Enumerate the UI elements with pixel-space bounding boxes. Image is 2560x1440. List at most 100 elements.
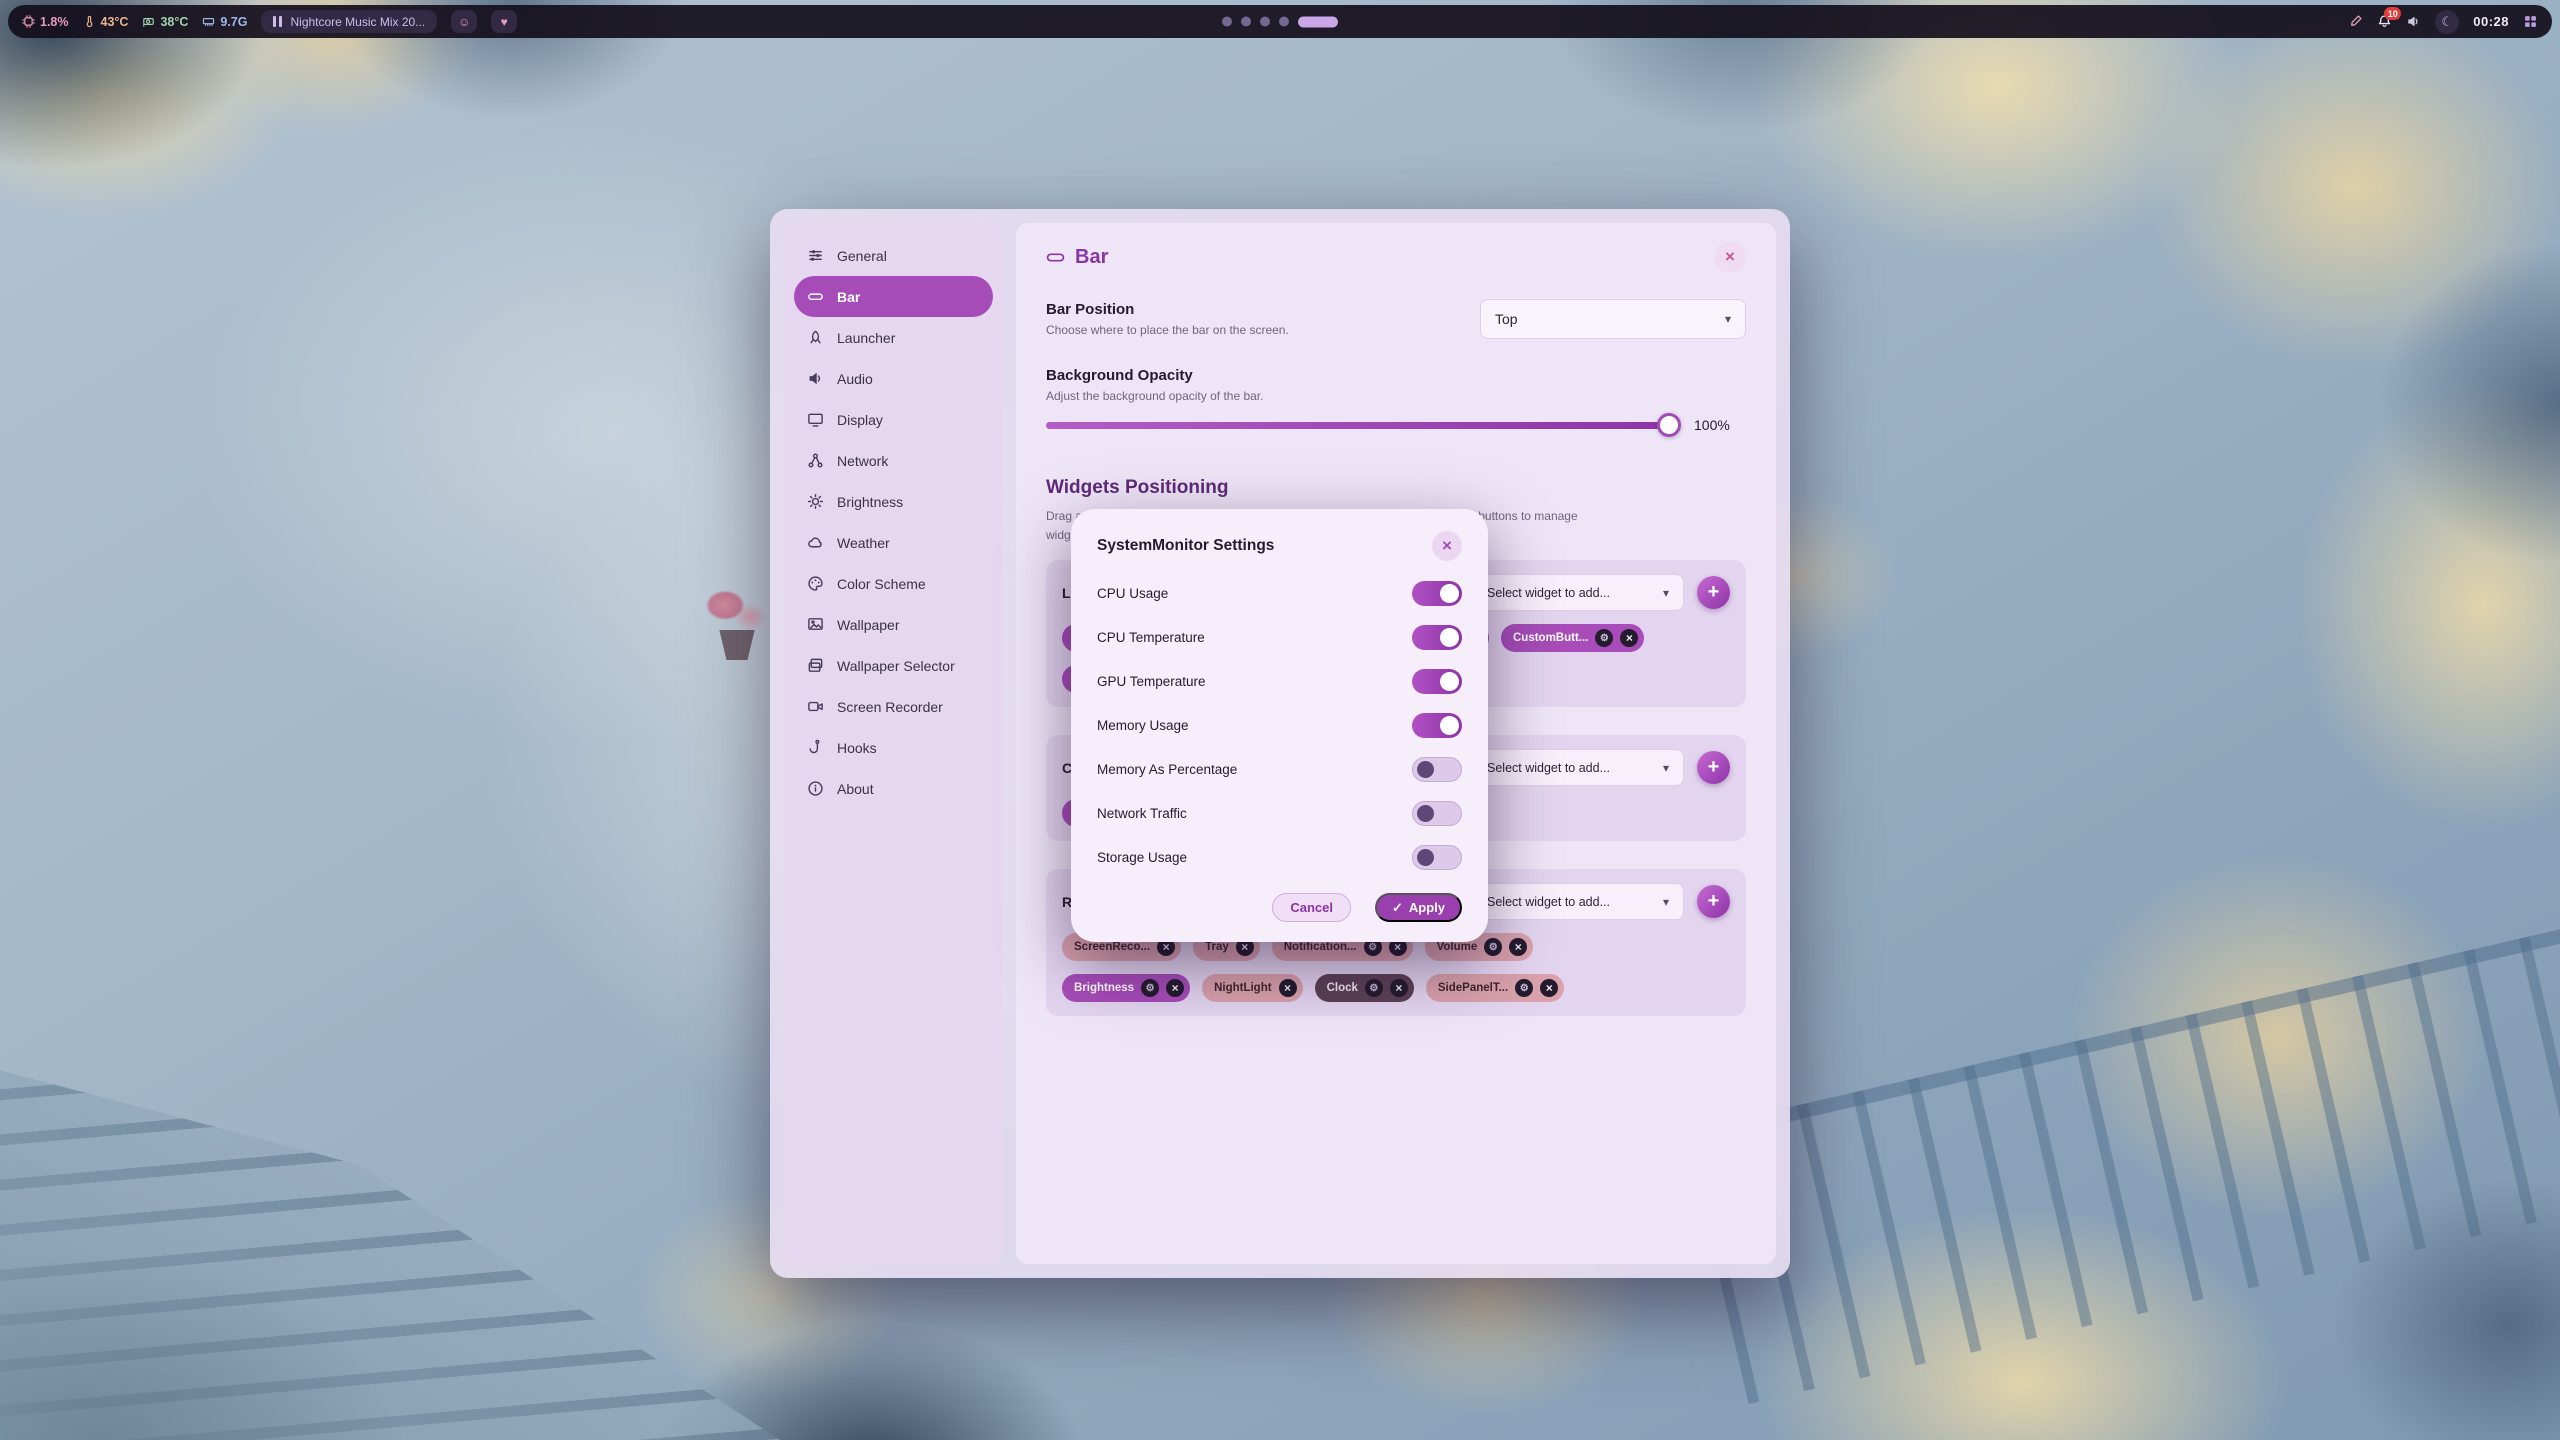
sidebar-item-about[interactable]: About: [794, 768, 993, 809]
bar-position-dropdown[interactable]: Top ▾: [1480, 299, 1746, 339]
chip-remove-button[interactable]: ×: [1509, 938, 1527, 956]
cpu-temperature-toggle[interactable]: [1412, 625, 1462, 650]
sidebar-item-label: Display: [837, 412, 883, 428]
sidebar-item-wallpaper[interactable]: Wallpaper: [794, 604, 993, 645]
sidebar-item-screen-recorder[interactable]: Screen Recorder: [794, 686, 993, 727]
toggle-label: CPU Usage: [1097, 586, 1168, 601]
left-add-widget-button[interactable]: +: [1697, 576, 1730, 609]
chip-settings-button[interactable]: ⚙: [1595, 629, 1613, 647]
left-add-widget-dropdown[interactable]: Select widget to add... ▾: [1472, 574, 1684, 611]
toggle-knob: [1440, 672, 1459, 691]
storage-usage-toggle[interactable]: [1412, 845, 1462, 870]
pause-icon: [273, 16, 282, 27]
color-picker-button[interactable]: [2348, 14, 2363, 29]
cpu-temp-stat[interactable]: 43°C: [83, 15, 129, 29]
chip-remove-button[interactable]: ×: [1166, 979, 1184, 997]
cloud-icon: [807, 534, 824, 551]
widget-chip-clock[interactable]: Clock ⚙ ×: [1315, 974, 1414, 1002]
chip-settings-button[interactable]: ⚙: [1141, 979, 1159, 997]
sidebar-item-color-scheme[interactable]: Color Scheme: [794, 563, 993, 604]
cancel-button[interactable]: Cancel: [1272, 893, 1351, 922]
sidebar-item-audio[interactable]: Audio: [794, 358, 993, 399]
sidebar-item-general[interactable]: General: [794, 235, 993, 276]
workspace-dot[interactable]: [1279, 17, 1289, 27]
workspace-active-pill[interactable]: [1298, 16, 1338, 27]
chip-settings-button[interactable]: ⚙: [1365, 979, 1383, 997]
sidebar-item-display[interactable]: Display: [794, 399, 993, 440]
opacity-slider[interactable]: [1046, 422, 1678, 429]
video-camera-icon: [807, 698, 824, 715]
chip-remove-button[interactable]: ×: [1620, 629, 1638, 647]
chip-label: ScreenReco...: [1074, 941, 1150, 953]
memory-as-percentage-toggle[interactable]: [1412, 757, 1462, 782]
smiley-button[interactable]: ☺: [451, 10, 477, 33]
bar-position-label: Bar Position: [1046, 301, 1289, 318]
ram-icon: [202, 15, 215, 28]
widget-chip-sidepanel[interactable]: SidePanelT... ⚙ ×: [1426, 974, 1564, 1002]
chip-settings-button[interactable]: ⚙: [1484, 938, 1502, 956]
gpu-temperature-toggle[interactable]: [1412, 669, 1462, 694]
heart-button[interactable]: ♥: [491, 10, 517, 33]
gear-icon: ⚙: [1369, 983, 1378, 994]
sidebar-item-label: Wallpaper: [837, 617, 900, 633]
image-icon: [807, 616, 824, 633]
sidebar-item-bar[interactable]: Bar: [794, 276, 993, 317]
background-opacity-description: Adjust the background opacity of the bar…: [1046, 389, 1746, 403]
volume-button[interactable]: [2406, 14, 2421, 29]
heart-icon: ♥: [501, 15, 508, 29]
close-icon: ×: [1395, 981, 1402, 995]
toggle-label: GPU Temperature: [1097, 674, 1206, 689]
toggle-knob: [1417, 761, 1434, 778]
chip-label: NightLight: [1214, 982, 1271, 994]
chevron-down-icon: ▾: [1663, 895, 1669, 909]
notifications-button[interactable]: 10: [2377, 14, 2392, 29]
right-add-widget-button[interactable]: +: [1697, 885, 1730, 918]
opacity-slider-thumb[interactable]: [1657, 413, 1681, 437]
chip-remove-button[interactable]: ×: [1390, 979, 1408, 997]
media-title: Nightcore Music Mix 20...: [290, 15, 425, 29]
memory-stat[interactable]: 9.7G: [202, 15, 247, 29]
chip-label: Brightness: [1074, 982, 1134, 994]
apply-button[interactable]: ✓Apply: [1375, 893, 1462, 922]
workspace-dot[interactable]: [1241, 17, 1251, 27]
widget-chip-brightness[interactable]: Brightness ⚙ ×: [1062, 974, 1190, 1002]
center-add-widget-button[interactable]: +: [1697, 751, 1730, 784]
toggle-row: Memory As Percentage: [1097, 747, 1462, 791]
sliders-icon: [807, 247, 824, 264]
cpu-usage-stat[interactable]: 1.8%: [22, 15, 69, 29]
memory-usage-toggle[interactable]: [1412, 713, 1462, 738]
network-traffic-toggle[interactable]: [1412, 801, 1462, 826]
background-opacity-labels: Background Opacity Adjust the background…: [1046, 367, 1746, 403]
media-player-widget[interactable]: Nightcore Music Mix 20...: [261, 10, 437, 33]
dialog-close-button[interactable]: ×: [1432, 531, 1462, 561]
night-light-button[interactable]: ☾: [2435, 10, 2459, 34]
sidebar-item-wallpaper-selector[interactable]: Wallpaper Selector: [794, 645, 993, 686]
sidebar-item-brightness[interactable]: Brightness: [794, 481, 993, 522]
cpu-usage-toggle[interactable]: [1412, 581, 1462, 606]
sidebar-item-label: Audio: [837, 371, 873, 387]
center-add-widget-dropdown[interactable]: Select widget to add... ▾: [1472, 749, 1684, 786]
add-widget-placeholder: Select widget to add...: [1487, 895, 1610, 909]
gpu-temp-value: 38°C: [160, 15, 188, 29]
widget-chip-custombutton[interactable]: CustomButt... ⚙ ×: [1501, 624, 1644, 652]
sidebar-item-network[interactable]: Network: [794, 440, 993, 481]
toggle-label: Memory Usage: [1097, 718, 1189, 733]
apply-label: Apply: [1409, 900, 1445, 915]
gpu-temp-stat[interactable]: 38°C: [142, 15, 188, 29]
widget-chip-nightlight[interactable]: NightLight ×: [1202, 974, 1302, 1002]
sidebar-item-weather[interactable]: Weather: [794, 522, 993, 563]
chip-remove-button[interactable]: ×: [1540, 979, 1558, 997]
right-add-widget-dropdown[interactable]: Select widget to add... ▾: [1472, 883, 1684, 920]
workspace-dot[interactable]: [1260, 17, 1270, 27]
rocket-icon: [807, 329, 824, 346]
chip-remove-button[interactable]: ×: [1279, 979, 1297, 997]
toggle-label: Network Traffic: [1097, 806, 1187, 821]
chip-settings-button[interactable]: ⚙: [1515, 979, 1533, 997]
clock[interactable]: 00:28: [2473, 14, 2509, 29]
sidebar-item-hooks[interactable]: Hooks: [794, 727, 993, 768]
sidebar-item-label: Bar: [837, 289, 860, 305]
workspace-dot[interactable]: [1222, 17, 1232, 27]
app-launcher-button[interactable]: [2523, 14, 2538, 29]
sidebar-item-launcher[interactable]: Launcher: [794, 317, 993, 358]
window-close-button[interactable]: ×: [1714, 241, 1746, 273]
